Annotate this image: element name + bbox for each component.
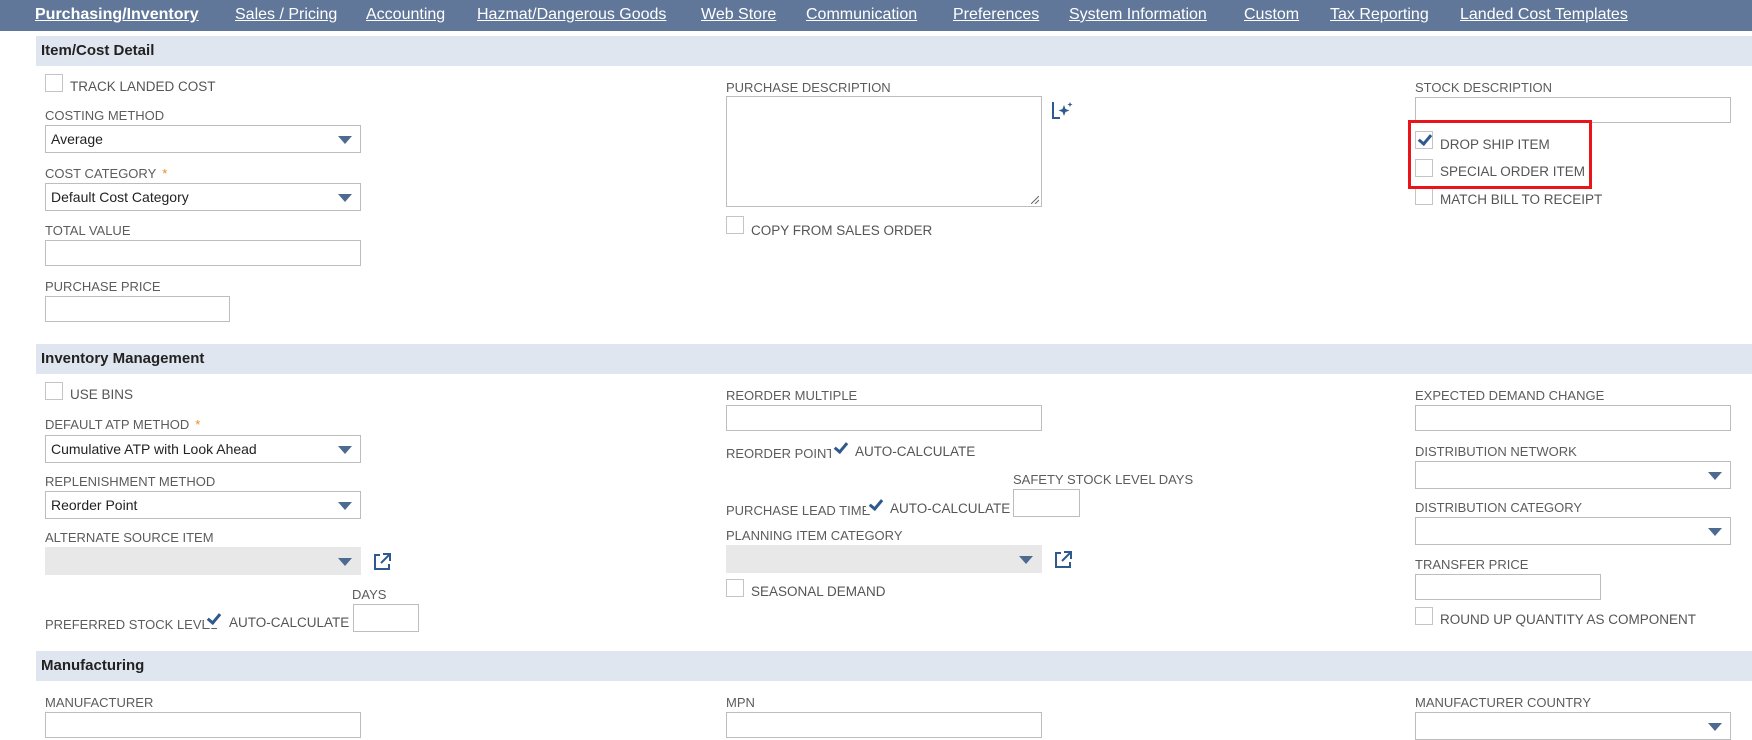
required-marker: *: [195, 417, 201, 432]
cost-category-label: COST CATEGORY *: [45, 166, 168, 181]
highlight-box: [1408, 120, 1592, 189]
planning-item-category-select[interactable]: [726, 545, 1042, 573]
purchase-description-textarea[interactable]: [726, 96, 1042, 207]
chevron-down-icon: [338, 558, 352, 566]
manufacturer-country-select[interactable]: [1415, 712, 1731, 740]
purchase-lead-time-auto-calc-checkbox[interactable]: [866, 496, 884, 514]
resize-handle-icon[interactable]: [1031, 196, 1039, 204]
chevron-down-icon: [1708, 723, 1722, 731]
chevron-down-icon: [1708, 472, 1722, 480]
copy-from-sales-order-checkbox[interactable]: [726, 216, 744, 234]
track-landed-cost-checkbox[interactable]: [45, 74, 63, 92]
distribution-network-label: DISTRIBUTION NETWORK: [1415, 444, 1577, 459]
distribution-category-label: DISTRIBUTION CATEGORY: [1415, 500, 1583, 515]
transfer-price-label: TRANSFER PRICE: [1415, 557, 1529, 572]
replenishment-method-value: Reorder Point: [51, 497, 138, 513]
tab-sales-pricing[interactable]: Sales / Pricing: [235, 6, 337, 24]
match-bill-to-receipt-label: MATCH BILL TO RECEIPT: [1440, 192, 1603, 207]
reorder-point-label: REORDER POINT: [726, 446, 835, 461]
replenishment-method-label: REPLENISHMENT METHOD: [45, 474, 216, 489]
safety-stock-level-days-input[interactable]: [1013, 489, 1080, 517]
round-up-quantity-checkbox[interactable]: [1415, 607, 1433, 625]
purchase-lead-time-auto-calc-label: AUTO-CALCULATE: [890, 501, 1011, 516]
tab-accounting[interactable]: Accounting: [366, 6, 445, 24]
replenishment-method-select[interactable]: Reorder Point: [45, 491, 361, 519]
purchase-price-input[interactable]: [45, 296, 230, 322]
cost-category-select[interactable]: Default Cost Category: [45, 183, 361, 211]
subtab-bar: Purchasing/Inventory Sales / Pricing Acc…: [0, 0, 1752, 31]
manufacturer-country-label: MANUFACTURER COUNTRY: [1415, 695, 1591, 710]
mpn-label: MPN: [726, 695, 755, 710]
chevron-down-icon: [1708, 528, 1722, 536]
use-bins-label: USE BINS: [70, 387, 134, 402]
open-external-icon[interactable]: [1053, 550, 1073, 570]
preferred-stock-level-label: PREFERRED STOCK LEVEL: [45, 617, 218, 632]
reorder-multiple-label: REORDER MULTIPLE: [726, 388, 858, 403]
preferred-stock-days-input[interactable]: [353, 604, 419, 632]
tab-hazmat[interactable]: Hazmat/Dangerous Goods: [477, 6, 666, 24]
chevron-down-icon: [1019, 556, 1033, 564]
purchase-price-label: PURCHASE PRICE: [45, 279, 161, 294]
costing-method-value: Average: [51, 131, 103, 147]
seasonal-demand-label: SEASONAL DEMAND: [751, 584, 886, 599]
purchase-description-label: PURCHASE DESCRIPTION: [726, 80, 891, 95]
tab-custom[interactable]: Custom: [1244, 6, 1299, 24]
manufacturer-input[interactable]: [45, 712, 361, 738]
transfer-price-input[interactable]: [1415, 574, 1601, 600]
tab-landed-cost-templates[interactable]: Landed Cost Templates: [1460, 6, 1628, 24]
track-landed-cost-label: TRACK LANDED COST: [70, 79, 216, 94]
section-header-inventory[interactable]: Inventory Management: [36, 344, 1752, 374]
expected-demand-change-label: EXPECTED DEMAND CHANGE: [1415, 388, 1605, 403]
tab-communication[interactable]: Communication: [806, 6, 917, 24]
expected-demand-change-input[interactable]: [1415, 405, 1731, 431]
distribution-network-select[interactable]: [1415, 461, 1731, 489]
tab-tax-reporting[interactable]: Tax Reporting: [1330, 6, 1429, 24]
tab-purchasing-inventory[interactable]: Purchasing/Inventory: [35, 6, 199, 24]
match-bill-to-receipt-checkbox[interactable]: [1415, 187, 1433, 205]
seasonal-demand-checkbox[interactable]: [726, 579, 744, 597]
tab-preferences[interactable]: Preferences: [953, 6, 1039, 24]
costing-method-select[interactable]: Average: [45, 125, 361, 153]
default-atp-method-select[interactable]: Cumulative ATP with Look Ahead: [45, 435, 361, 463]
section-header-item-cost[interactable]: Item/Cost Detail: [36, 36, 1752, 66]
alternate-source-item-select[interactable]: [45, 547, 361, 575]
distribution-category-select[interactable]: [1415, 517, 1731, 545]
costing-method-label: COSTING METHOD: [45, 108, 165, 123]
ai-sparkle-icon[interactable]: [1050, 100, 1074, 122]
use-bins-checkbox[interactable]: [45, 382, 63, 400]
default-atp-method-label: DEFAULT ATP METHOD *: [45, 417, 201, 432]
tab-web-store[interactable]: Web Store: [701, 6, 776, 24]
required-marker: *: [162, 166, 168, 181]
open-external-icon[interactable]: [372, 552, 392, 572]
reorder-point-auto-calc-checkbox[interactable]: [831, 439, 849, 457]
stock-description-label: STOCK DESCRIPTION: [1415, 80, 1553, 95]
preferred-stock-days-label: DAYS: [352, 587, 387, 602]
chevron-down-icon: [338, 446, 352, 454]
default-atp-method-value: Cumulative ATP with Look Ahead: [51, 441, 257, 457]
reorder-point-auto-calc-label: AUTO-CALCULATE: [855, 444, 976, 459]
copy-from-sales-order-label: COPY FROM SALES ORDER: [751, 223, 933, 238]
total-value-input[interactable]: [45, 240, 361, 266]
purchase-lead-time-label: PURCHASE LEAD TIME: [726, 503, 871, 518]
chevron-down-icon: [338, 502, 352, 510]
reorder-multiple-input[interactable]: [726, 405, 1042, 431]
mpn-input[interactable]: [726, 712, 1042, 738]
chevron-down-icon: [338, 194, 352, 202]
planning-item-category-label: PLANNING ITEM CATEGORY: [726, 528, 903, 543]
manufacturer-label: MANUFACTURER: [45, 695, 154, 710]
total-value-label: TOTAL VALUE: [45, 223, 131, 238]
preferred-stock-auto-calc-label: AUTO-CALCULATE: [229, 615, 350, 630]
round-up-quantity-label: ROUND UP QUANTITY AS COMPONENT: [1440, 612, 1697, 627]
safety-stock-level-days-label: SAFETY STOCK LEVEL DAYS: [1013, 472, 1194, 487]
chevron-down-icon: [338, 136, 352, 144]
alternate-source-item-label: ALTERNATE SOURCE ITEM: [45, 530, 214, 545]
preferred-stock-auto-calc-checkbox[interactable]: [204, 610, 222, 628]
section-header-manufacturing[interactable]: Manufacturing: [36, 651, 1752, 681]
cost-category-value: Default Cost Category: [51, 189, 189, 205]
tab-system-information[interactable]: System Information: [1069, 6, 1207, 24]
